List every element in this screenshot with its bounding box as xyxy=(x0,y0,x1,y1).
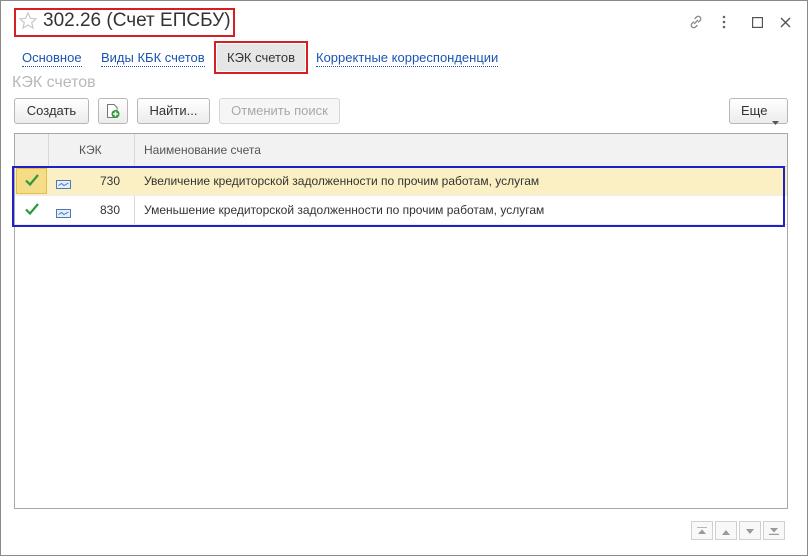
scroll-up-button[interactable] xyxy=(715,521,737,540)
more-button-label: Еще xyxy=(741,103,768,118)
add-copy-button[interactable] xyxy=(98,98,128,124)
star-icon[interactable] xyxy=(18,11,38,31)
scroll-down-button[interactable] xyxy=(739,521,761,540)
tab-correspondences[interactable]: Корректные корреспонденции xyxy=(316,50,499,67)
tab-main[interactable]: Основное xyxy=(22,50,82,67)
scroll-top-button[interactable] xyxy=(691,521,713,540)
chevron-down-icon xyxy=(772,109,779,133)
column-divider xyxy=(48,134,49,167)
cancel-search-button[interactable]: Отменить поиск xyxy=(219,98,340,124)
create-button[interactable]: Создать xyxy=(14,98,89,124)
close-icon[interactable] xyxy=(776,13,794,31)
column-header-name[interactable]: Наименование счета xyxy=(144,134,261,166)
add-copy-icon xyxy=(105,103,121,127)
scroll-top-icon xyxy=(697,523,707,538)
more-button[interactable]: Еще xyxy=(729,98,788,125)
section-title: КЭК счетов xyxy=(12,74,96,91)
link-icon[interactable] xyxy=(687,13,705,31)
form-window: 302.26 (Счет ЕПСБУ) Основное Виды КБК сч… xyxy=(0,0,808,556)
scroll-bottom-button[interactable] xyxy=(763,521,785,540)
find-button[interactable]: Найти... xyxy=(137,98,210,124)
tab-kek[interactable]: КЭК счетов xyxy=(217,44,305,71)
arrow-up-icon xyxy=(721,523,731,538)
scroll-bottom-icon xyxy=(769,523,779,538)
table-header: КЭК Наименование счета xyxy=(15,134,787,167)
maximize-icon[interactable] xyxy=(748,13,766,31)
tab-kbk-types[interactable]: Виды КБК счетов xyxy=(101,50,205,67)
rows-highlight xyxy=(12,166,785,227)
column-header-kek[interactable]: КЭК xyxy=(79,134,102,166)
page-title: 302.26 (Счет ЕПСБУ) xyxy=(43,10,231,31)
column-header-check[interactable] xyxy=(15,134,48,166)
arrow-down-icon xyxy=(745,523,755,538)
more-vert-icon[interactable] xyxy=(715,13,733,31)
